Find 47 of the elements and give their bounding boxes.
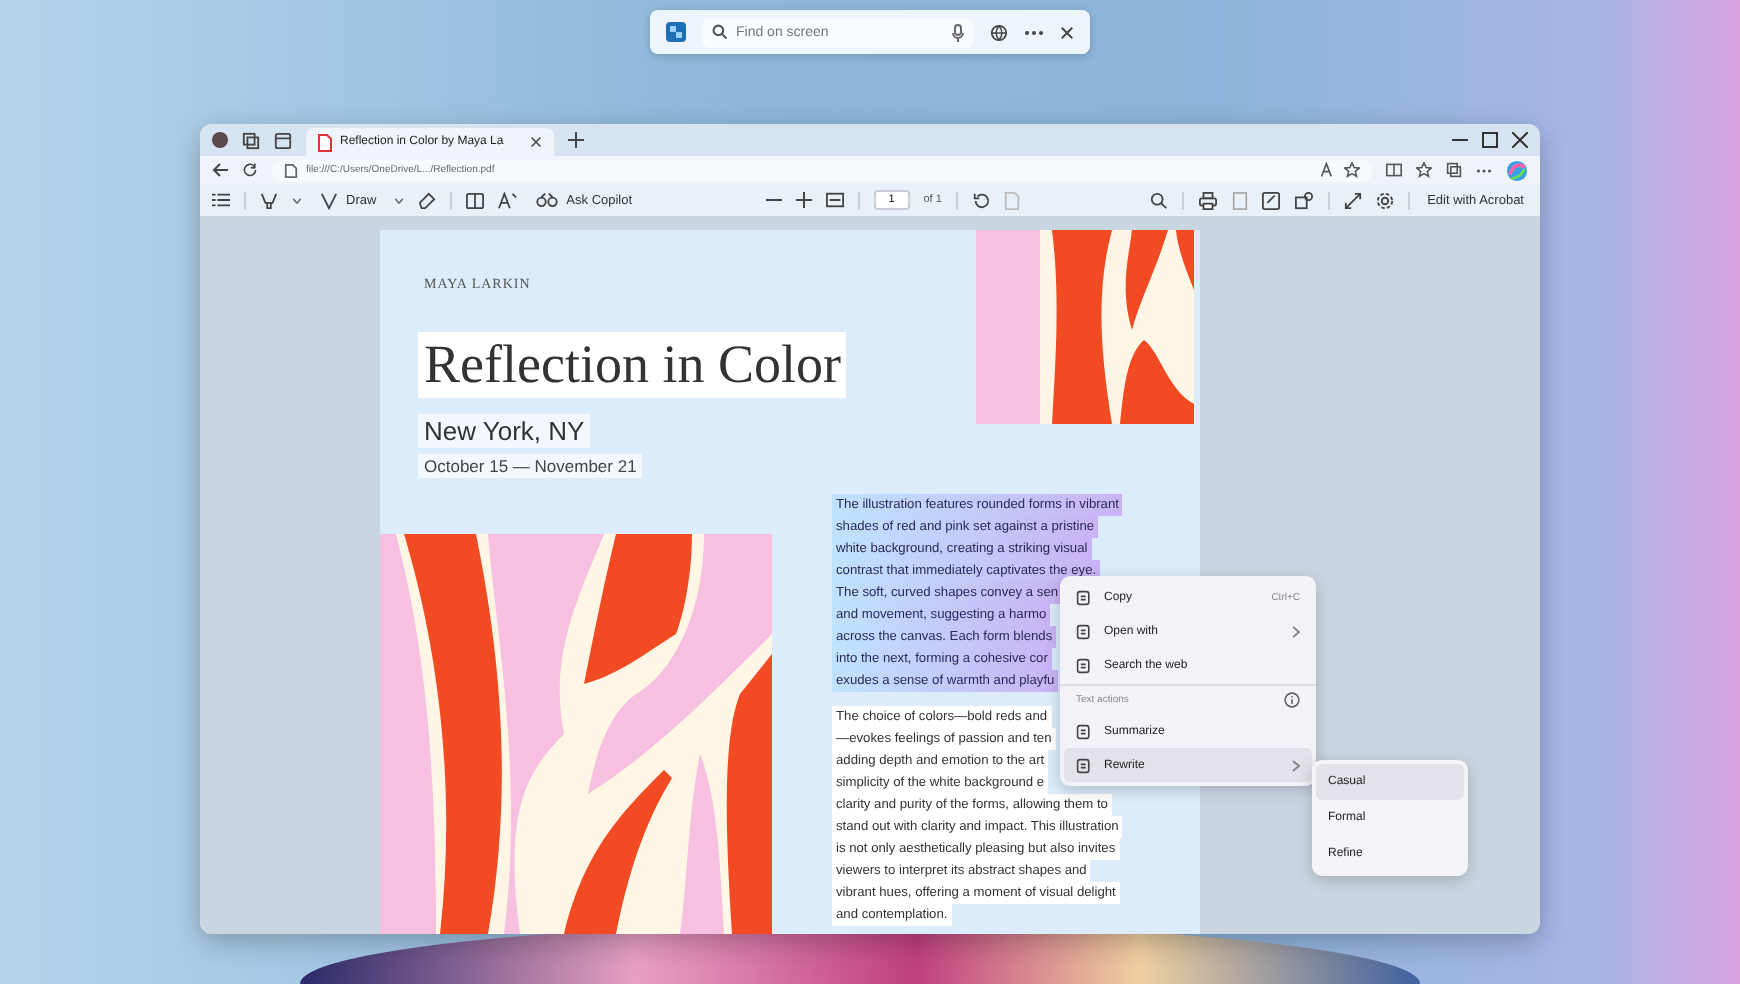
settings-icon[interactable] (1375, 191, 1394, 209)
chevron-right-icon (1292, 759, 1300, 771)
share-icon[interactable] (1293, 191, 1314, 209)
location-text: New York, NY (418, 414, 591, 448)
expand-icon[interactable] (1343, 191, 1362, 209)
pdf-file-icon (318, 133, 332, 151)
profile-avatar[interactable] (212, 132, 228, 148)
collections-icon[interactable] (1446, 162, 1462, 178)
new-tab-icon[interactable] (568, 132, 584, 148)
search-icon (712, 24, 728, 40)
workspaces-icon[interactable] (242, 131, 260, 149)
eraser-icon[interactable] (418, 191, 437, 209)
read-aloud-icon[interactable] (1320, 162, 1336, 178)
file-icon (284, 163, 298, 177)
search-icon[interactable] (1149, 191, 1168, 209)
print-icon[interactable] (1197, 191, 1218, 209)
contents-list-icon[interactable] (212, 192, 230, 208)
chevron-right-icon (1292, 625, 1300, 637)
copilot-logo-icon[interactable] (1506, 159, 1528, 181)
document-title: Reflection in Color (418, 332, 847, 398)
split-screen-icon[interactable] (1386, 162, 1402, 178)
book-icon[interactable] (466, 191, 485, 209)
rotate-icon[interactable] (971, 191, 990, 209)
highlighter-icon[interactable] (260, 191, 278, 209)
zoom-in-icon[interactable] (795, 192, 812, 208)
info-icon[interactable] (1284, 692, 1300, 708)
more-icon[interactable] (1476, 167, 1492, 173)
back-arrow-icon[interactable] (212, 162, 228, 178)
tab-actions-icon[interactable] (274, 131, 292, 149)
app-logo-icon (666, 22, 686, 42)
fit-page-icon[interactable] (825, 192, 844, 208)
refresh-icon[interactable] (242, 162, 258, 178)
caret-icon[interactable] (394, 197, 405, 203)
save-as-icon[interactable] (1261, 191, 1280, 209)
date-range: October 15 — November 21 (418, 454, 643, 478)
star-icon[interactable] (1344, 162, 1360, 178)
pen-icon (320, 191, 338, 209)
caret-icon[interactable] (292, 197, 302, 203)
text-size-icon[interactable] (498, 191, 519, 209)
favorites-icon[interactable] (1416, 162, 1432, 178)
microphone-icon[interactable] (952, 23, 964, 41)
close-icon[interactable] (1512, 132, 1528, 148)
more-icon[interactable] (1024, 29, 1044, 35)
close-icon[interactable] (1060, 25, 1074, 39)
maximize-icon[interactable] (1482, 132, 1498, 148)
close-icon[interactable] (530, 136, 542, 148)
glasses-icon (536, 192, 559, 208)
